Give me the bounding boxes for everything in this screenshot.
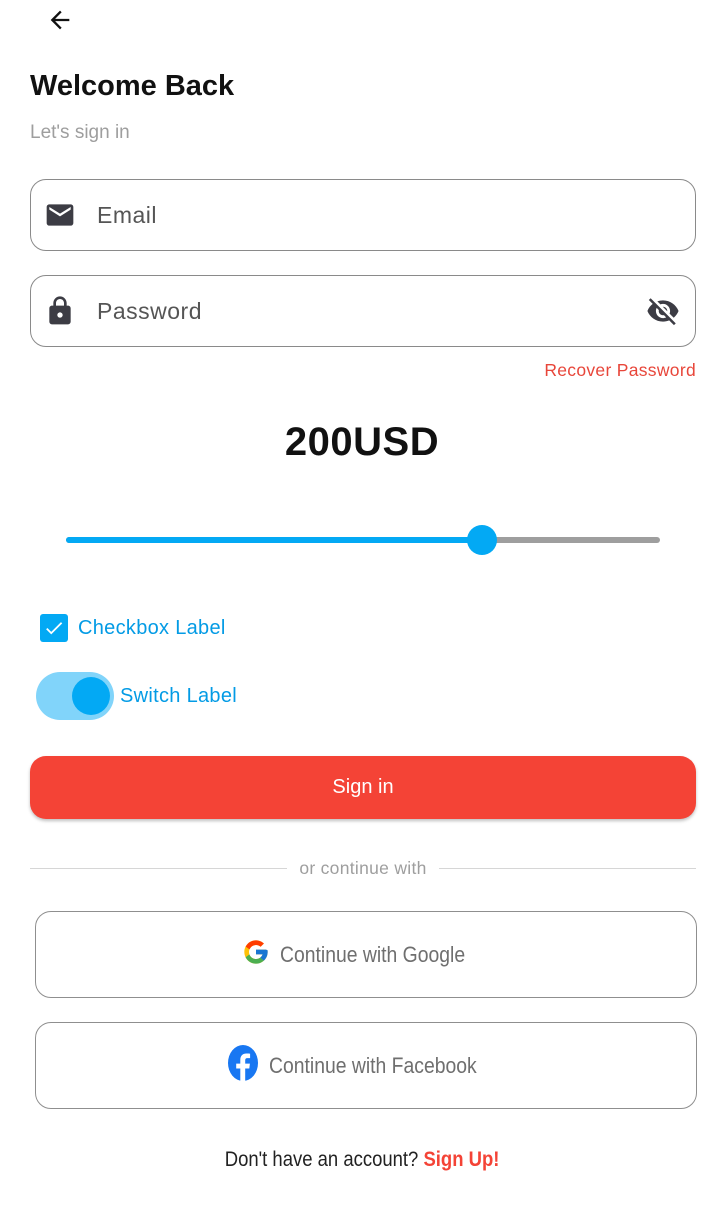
page-subtitle: Let's sign in — [30, 122, 130, 143]
divider-line-right — [438, 867, 696, 869]
switch-knob — [72, 677, 110, 715]
checkbox-label: Checkbox Label — [78, 616, 226, 639]
facebook-icon — [227, 1044, 259, 1087]
check-icon — [46, 622, 63, 635]
continue-divider: or continue with — [30, 856, 696, 880]
facebook-button-label: Continue with Facebook — [268, 1052, 477, 1078]
amount-display: 200USD — [284, 420, 440, 464]
signup-prompt: Don't have an account? Sign Up! — [0, 1148, 724, 1172]
sign-in-screen: Welcome Back Let's sign in Recover Passw… — [0, 0, 724, 1224]
arrow-left-icon — [46, 6, 74, 39]
google-icon — [242, 938, 270, 971]
recover-password-link[interactable]: Recover Password — [544, 360, 696, 381]
divider-line-left — [30, 867, 288, 869]
page-title: Welcome Back — [30, 70, 235, 102]
mail-icon — [44, 199, 76, 231]
email-field[interactable] — [30, 179, 696, 251]
amount-slider[interactable] — [66, 522, 660, 558]
password-field[interactable] — [30, 275, 696, 347]
slider-fill — [66, 537, 482, 543]
switch-label: Switch Label — [120, 684, 237, 707]
password-input[interactable] — [97, 297, 645, 325]
checkbox-row[interactable]: Checkbox Label — [40, 614, 226, 642]
eye-off-icon[interactable] — [645, 293, 681, 329]
slider-thumb[interactable] — [466, 525, 497, 555]
lock-icon — [44, 295, 76, 327]
divider-text: or continue with — [299, 857, 427, 878]
back-button[interactable] — [40, 4, 80, 40]
checkbox[interactable] — [40, 614, 68, 642]
switch-row[interactable]: Switch Label — [36, 672, 237, 720]
google-button-label: Continue with Google — [279, 941, 465, 967]
facebook-signin-button[interactable]: Continue with Facebook — [35, 1022, 697, 1109]
email-input[interactable] — [97, 201, 695, 229]
toggle-switch[interactable] — [36, 672, 114, 720]
sign-up-link[interactable]: Sign Up! — [423, 1148, 499, 1171]
google-signin-button[interactable]: Continue with Google — [35, 911, 697, 998]
signup-prompt-text: Don't have an account? — [224, 1148, 424, 1171]
sign-in-button[interactable]: Sign in — [30, 756, 696, 819]
